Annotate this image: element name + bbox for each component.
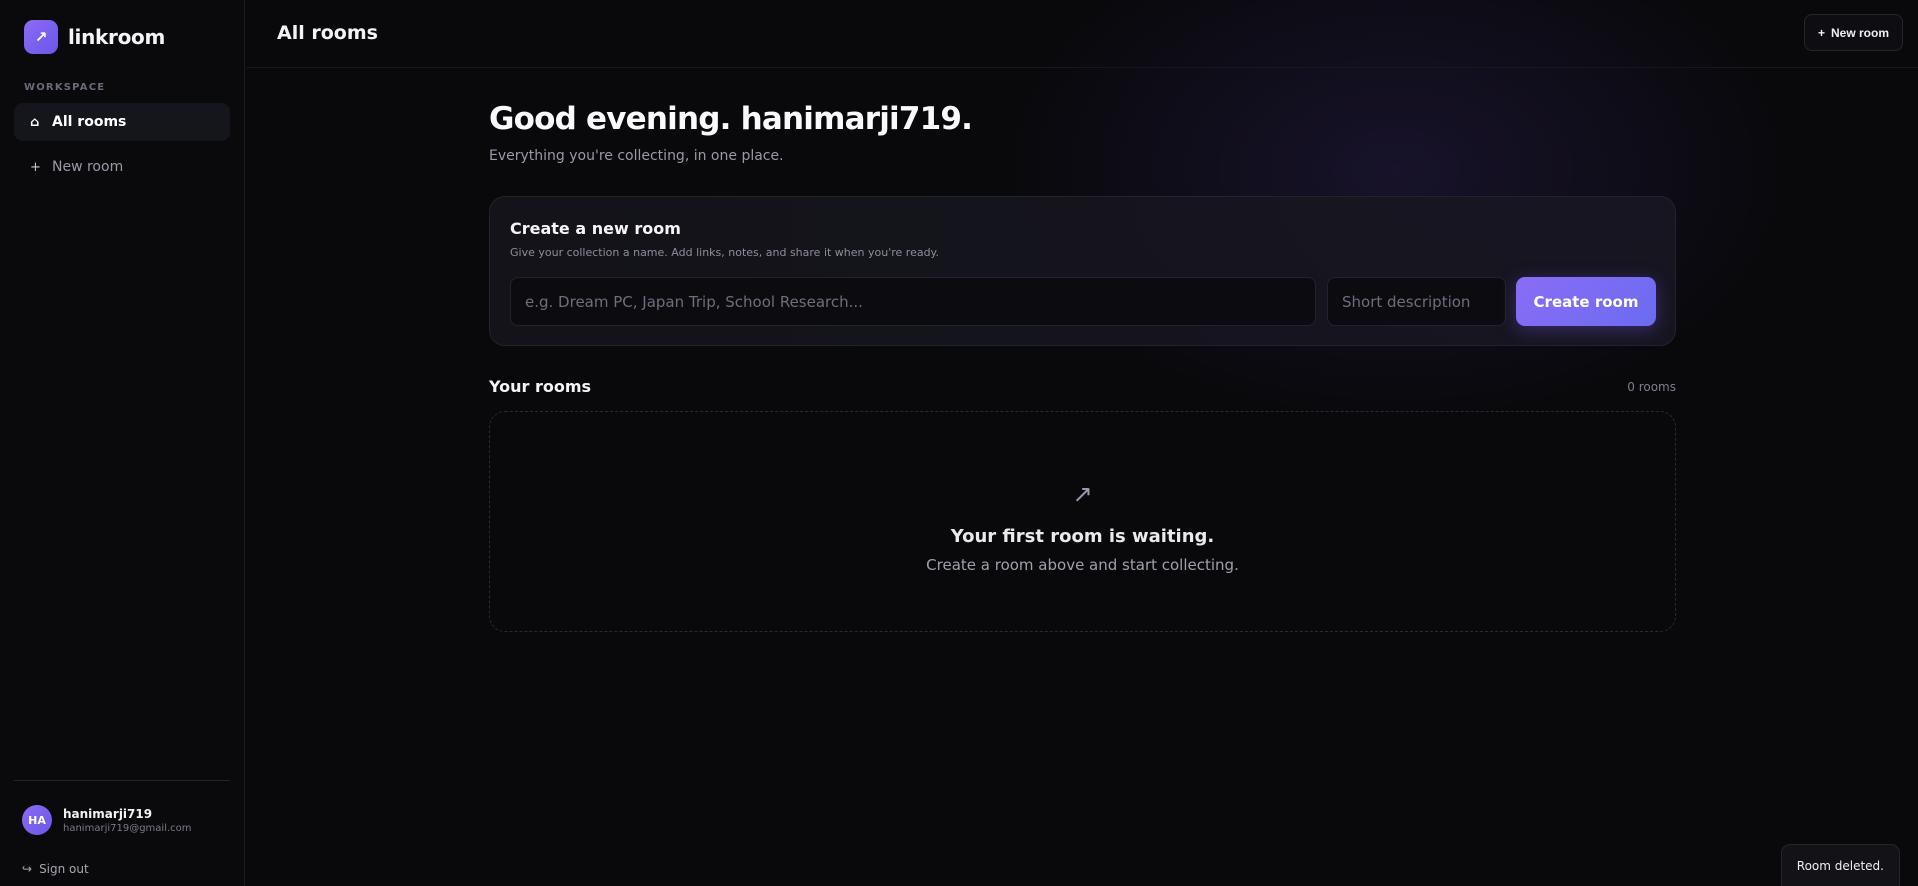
empty-state-title: Your first room is waiting. — [950, 526, 1215, 547]
empty-rooms-state: ↗ Your first room is waiting. Create a r… — [489, 411, 1676, 632]
workspace-section-label: WORKSPACE — [24, 82, 106, 93]
sign-out-label: Sign out — [39, 862, 89, 876]
brand-name: linkroom — [68, 25, 166, 49]
greeting-heading: Good evening. hanimarji719. — [489, 101, 973, 137]
create-room-button[interactable]: Create room — [1516, 277, 1656, 326]
brand-logo-icon: ↗ — [24, 20, 58, 54]
your-rooms-heading: Your rooms — [489, 377, 592, 396]
toast-notification: Room deleted. — [1780, 844, 1900, 886]
greeting-subtitle: Everything you're collecting, in one pla… — [489, 148, 784, 164]
create-room-subtitle: Give your collection a name. Add links, … — [510, 246, 939, 259]
arrow-up-right-icon: ↗ — [1072, 480, 1093, 508]
sidebar-item-label: New room — [52, 159, 124, 175]
app-root: ↗ linkroom WORKSPACE ⌂ All rooms + New r… — [0, 0, 1918, 886]
sign-out-icon: ↪ — [22, 862, 33, 876]
page-title: All rooms — [277, 22, 378, 44]
room-description-input[interactable] — [1327, 277, 1506, 326]
sidebar-item-label: All rooms — [52, 114, 127, 130]
create-room-title: Create a new room — [510, 219, 681, 238]
sign-out-button[interactable]: ↪ Sign out — [22, 862, 89, 876]
brand[interactable]: ↗ linkroom — [24, 20, 165, 54]
user-name: hanimarji719 — [63, 806, 153, 821]
rooms-count: 0 rooms — [1627, 380, 1676, 394]
user-profile[interactable]: HA hanimarji719 hanimarji719@gmail.com — [22, 805, 192, 835]
avatar: HA — [22, 805, 52, 835]
sidebar-divider — [14, 780, 230, 781]
main-area: All rooms + New room Good evening. hanim… — [246, 0, 1918, 886]
user-text: hanimarji719 hanimarji719@gmail.com — [63, 807, 192, 834]
plus-icon: + — [1817, 25, 1825, 40]
sidebar-item-new-room[interactable]: + New room — [14, 148, 230, 186]
topbar: All rooms + New room — [246, 0, 1918, 68]
new-room-button-label: New room — [1830, 25, 1889, 40]
home-icon: ⌂ — [30, 114, 40, 130]
create-room-card: Create a new room Give your collection a… — [489, 196, 1676, 346]
plus-icon: + — [30, 159, 41, 175]
new-room-button[interactable]: + New room — [1803, 14, 1903, 51]
room-name-input[interactable] — [510, 277, 1316, 326]
empty-state-subtitle: Create a room above and start collecting… — [926, 556, 1239, 574]
sidebar: ↗ linkroom WORKSPACE ⌂ All rooms + New r… — [0, 0, 245, 886]
user-email: hanimarji719@gmail.com — [63, 822, 192, 834]
sidebar-item-all-rooms[interactable]: ⌂ All rooms — [14, 103, 230, 141]
